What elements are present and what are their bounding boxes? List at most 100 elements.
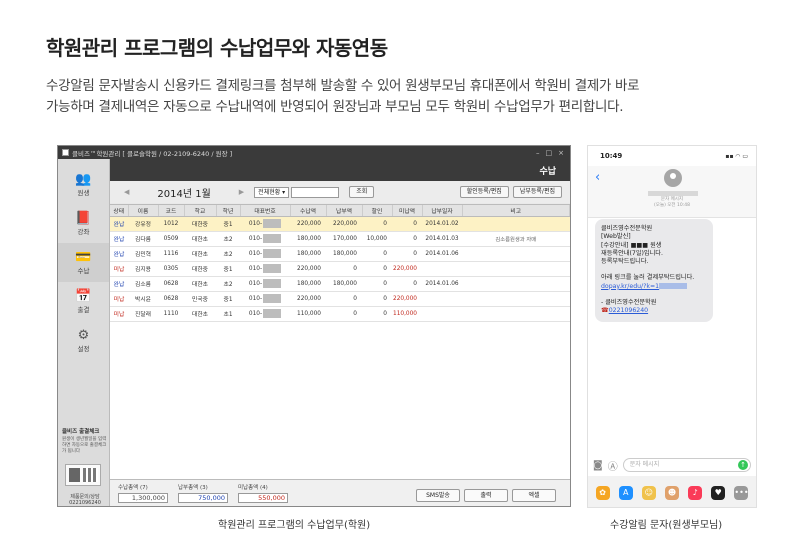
sidebar-item-settings[interactable]: ⚙ 설정 <box>58 321 109 360</box>
cell-memo <box>462 291 570 307</box>
cell-fee-text: 110,000 <box>297 310 321 317</box>
contact-avatar[interactable] <box>664 169 682 187</box>
attendance-device-image <box>65 464 101 486</box>
print-button[interactable]: 출력 <box>464 489 508 502</box>
cell-name: 박시윤 <box>128 291 158 307</box>
col-unpaid[interactable]: 미납액 <box>392 205 423 217</box>
cell-code: 0305 <box>158 261 184 277</box>
maximize-button[interactable]: □ <box>546 149 553 157</box>
cell-paid: 170,000 <box>326 231 362 247</box>
send-icon[interactable]: ↑ <box>738 460 748 470</box>
table-row[interactable]: 완납 김소름 0628 대한초 초2 010- 180,000 180,000 0 0 2014.0… <box>110 276 570 292</box>
table-row[interactable]: 미납 박시윤 0628 민국중 중1 010- 220,000 0 0 220,000 <box>110 291 570 307</box>
cell-unpaid: 0 <box>392 276 422 292</box>
cell-discount-text: 0 <box>383 220 387 227</box>
discount-edit-button[interactable]: 할인등록/편집 <box>459 186 509 198</box>
col-discount[interactable]: 할인 <box>362 205 393 217</box>
col-name[interactable]: 이름 <box>128 205 159 217</box>
cell-name-text: 김다름 <box>135 237 151 243</box>
imessage-app-drawer: ✿ A ☺ ☻ ♪ ♥ ••• <box>588 476 756 507</box>
cell-discount: 0 <box>362 261 392 277</box>
col-date[interactable]: 납부일자 <box>422 205 463 217</box>
cell-paid-text: 0 <box>353 310 357 317</box>
col-status[interactable]: 상태 <box>110 205 129 217</box>
payment-table-area: 상태 이름 코드 학교 학년 대표번호 수납액 납부액 할인 미납액 납부일자 … <box>110 204 570 479</box>
col-fee[interactable]: 수납액 <box>290 205 327 217</box>
memoji-icon[interactable]: ☺ <box>641 485 656 500</box>
payment-edit-button[interactable]: 납부등록/편집 <box>512 186 562 198</box>
cell-code-text: 1110 <box>163 310 179 317</box>
sidebar-item-attendance[interactable]: 📅 출결 <box>58 282 109 321</box>
table-row[interactable]: 완납 김민혁 1116 대한초 초2 010- 180,000 180,000 0 0 2014.0… <box>110 246 570 262</box>
sidebar-item-students[interactable]: 👥 원생 <box>58 165 109 204</box>
search-input[interactable] <box>291 186 340 198</box>
page-description: 수강알림 문자발송시 신용카드 결제링크를 첨부해 발송할 수 있어 원생부모님… <box>46 76 766 118</box>
cell-fee: 180,000 <box>290 231 326 247</box>
cell-name-text: 진달래 <box>135 312 151 318</box>
sidebar-item-lecture[interactable]: 📕 강좌 <box>58 204 109 243</box>
cell-phone: 010- <box>240 261 290 277</box>
status-filter-select[interactable]: 전체현황 ▾ <box>254 186 290 198</box>
cell-phone: 010- <box>240 231 290 247</box>
sms-send-button[interactable]: SMS발송 <box>416 489 460 502</box>
close-button[interactable]: × <box>558 149 564 157</box>
col-memo[interactable]: 비고 <box>462 205 570 217</box>
memoji2-icon[interactable]: ☻ <box>664 485 679 500</box>
message-input[interactable]: 문자 메시지 ↑ <box>622 458 751 472</box>
cell-phone: 010- <box>240 291 290 307</box>
payment-link[interactable]: dopay.kr/edu/?k=1 <box>601 282 707 291</box>
col-grade[interactable]: 학년 <box>216 205 241 217</box>
cell-name: 김다름 <box>128 231 158 247</box>
col-school[interactable]: 학교 <box>184 205 217 217</box>
cell-memo <box>462 261 570 277</box>
cell-phone: 010- <box>240 246 290 262</box>
cell-grade-text: 초2 <box>223 282 233 288</box>
cell-grade-text: 중1 <box>223 267 233 273</box>
cell-fee-text: 220,000 <box>297 295 321 302</box>
cell-unpaid-text: 220,000 <box>393 295 417 302</box>
prev-month-button[interactable]: ◀ <box>124 188 129 196</box>
table-row[interactable]: 미납 김지용 0305 대한중 중1 010- 220,000 0 0 220,000 <box>110 261 570 277</box>
cell-unpaid: 0 <box>392 216 422 232</box>
cell-date-text: 2014.01.06 <box>425 280 459 287</box>
phone-redaction <box>263 249 282 258</box>
cell-name-text: 강유정 <box>135 222 151 228</box>
cell-phone-text: 010- <box>248 296 263 302</box>
cell-school: 대한중 <box>184 261 216 277</box>
appstore-icon[interactable]: Ⓐ <box>608 458 618 473</box>
conversation-header: ‹ <box>588 166 756 218</box>
promo-title: 클비즈 출결체크 <box>62 429 100 435</box>
col-paid[interactable]: 납부액 <box>326 205 363 217</box>
heart-icon[interactable]: ♥ <box>711 485 726 500</box>
phone-number-link[interactable]: ☎0221096240 <box>601 307 707 315</box>
table-row[interactable]: 완납 강유정 1012 대한중 중1 010- 220,000 220,000 0 0 2014.0… <box>110 216 570 232</box>
cell-discount: 10,000 <box>362 231 392 247</box>
cell-memo-text: 김소름원생과 자매 <box>495 236 537 243</box>
sidebar: 👥 원생 📕 강좌 💳 수납 📅 출결 ⚙ 설정 클비즈 출결체크 원생이 생년… <box>58 159 110 506</box>
camera-icon[interactable]: ◙ <box>593 460 603 471</box>
appstore-icon[interactable]: A <box>618 485 633 500</box>
cell-name: 김민혁 <box>128 246 158 262</box>
next-month-button[interactable]: ▶ <box>239 188 244 196</box>
more-icon[interactable]: ••• <box>734 485 749 500</box>
sidebar-item-payment[interactable]: 💳 수납 <box>58 243 109 282</box>
table-row[interactable]: 미납 진달래 1110 대한초 초1 010- 110,000 0 0 110,000 <box>110 306 570 322</box>
excel-button[interactable]: 엑셀 <box>512 489 556 502</box>
col-code[interactable]: 코드 <box>158 205 185 217</box>
cell-code: 0628 <box>158 291 184 307</box>
minimize-button[interactable]: – <box>536 149 540 157</box>
music-icon[interactable]: ♪ <box>688 485 703 500</box>
table-row[interactable]: 완납 김다름 0509 대한초 초2 010- 180,000 170,000 10,000 0 2… <box>110 231 570 247</box>
cell-phone-text: 010- <box>248 251 263 257</box>
cell-fee-text: 180,000 <box>297 280 321 287</box>
cell-memo <box>462 216 570 232</box>
cell-phone: 010- <box>240 216 290 232</box>
back-chevron-icon[interactable]: ‹ <box>595 170 600 185</box>
cell-name-text: 김민혁 <box>135 252 151 258</box>
search-button[interactable]: 조회 <box>349 186 375 198</box>
photos-icon[interactable]: ✿ <box>595 485 610 500</box>
col-phone[interactable]: 대표번호 <box>240 205 291 217</box>
promo-text: 원생이 생년월일을 입력하면 자동으로 출결체크가 됩니다 <box>62 437 107 454</box>
cell-paid-text: 0 <box>353 265 357 272</box>
cell-status-text: 미납 <box>113 267 125 273</box>
